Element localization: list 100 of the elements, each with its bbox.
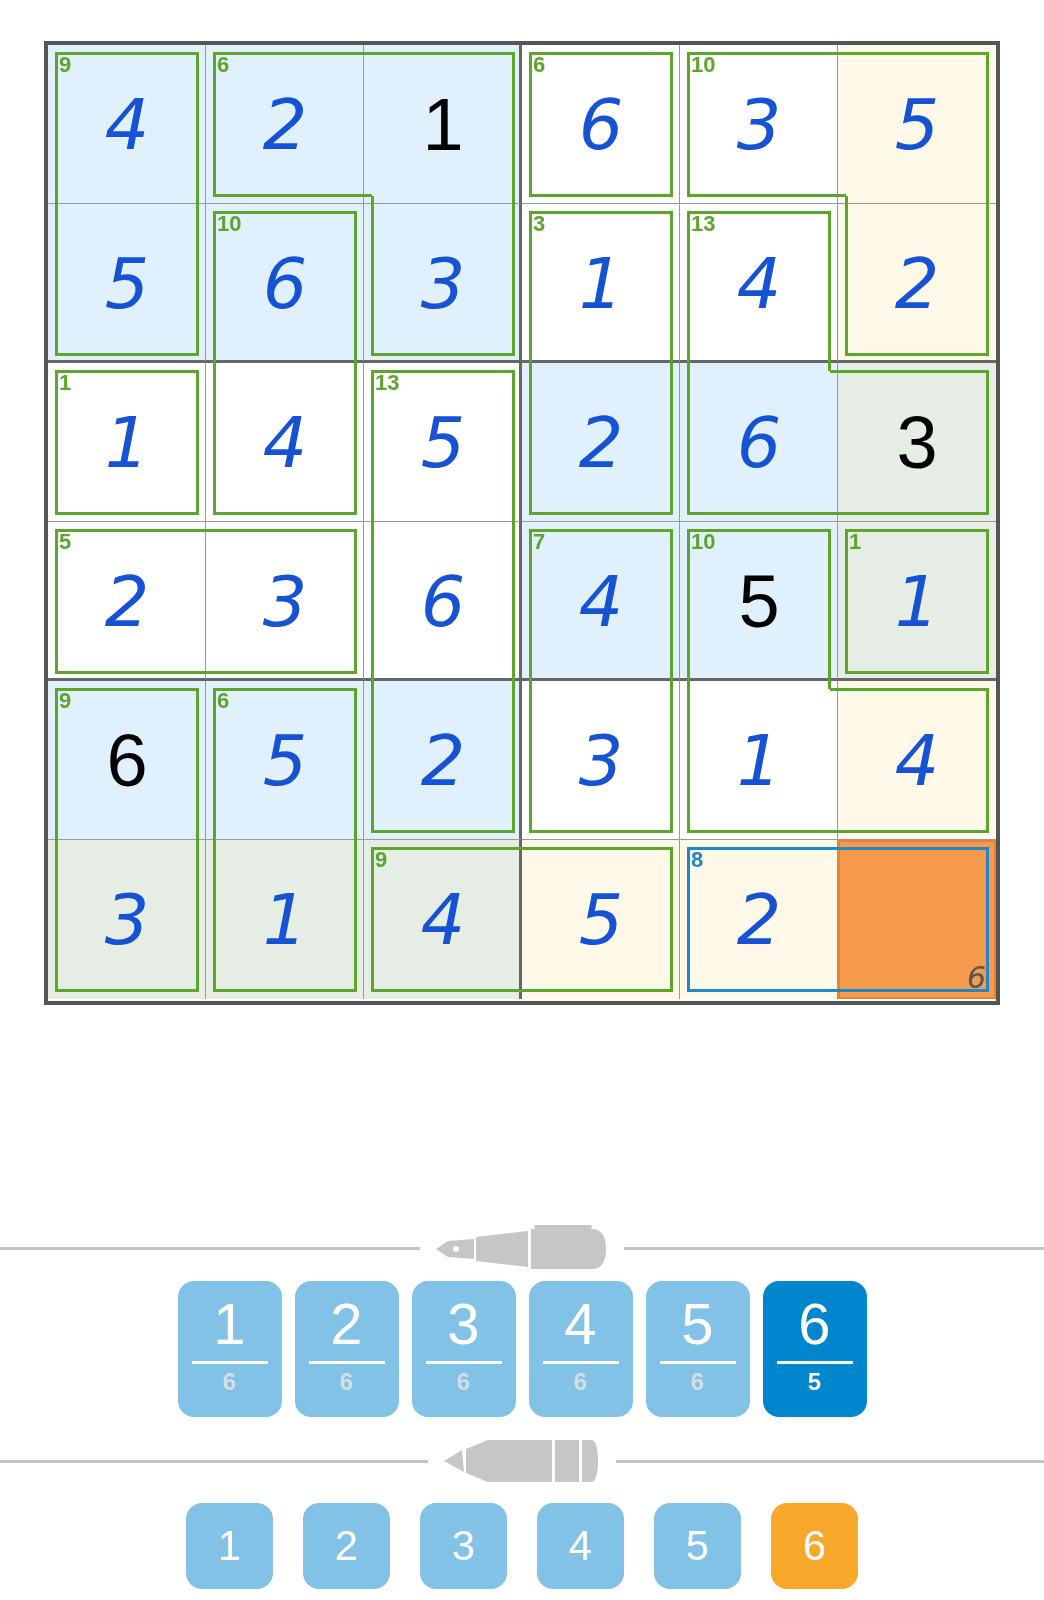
note-digit-button[interactable]: 4: [537, 1503, 624, 1589]
cage-sum: 9: [59, 54, 72, 76]
grid-cell[interactable]: [522, 522, 680, 681]
cage-sum: 6: [217, 690, 230, 712]
note-digit-button[interactable]: 1: [186, 1503, 273, 1589]
digit-button[interactable]: 6 5: [762, 1281, 867, 1417]
selected-cell[interactable]: [838, 840, 996, 999]
cage-sum: 8: [691, 849, 704, 871]
entered-digit: 6: [262, 248, 308, 319]
entered-digit: 1: [104, 407, 150, 478]
cage-sum: 10: [691, 531, 716, 553]
grid-cell[interactable]: [48, 840, 206, 999]
entered-digit: 2: [262, 89, 308, 160]
grid-cell[interactable]: [680, 840, 838, 999]
entered-digit: 3: [104, 884, 150, 955]
grid-cell[interactable]: [838, 363, 996, 522]
digit-button[interactable]: 3 6: [411, 1281, 516, 1417]
entered-digit: 5: [420, 407, 466, 478]
entered-digit: 6: [420, 566, 466, 637]
entered-digit: 5: [262, 725, 308, 796]
cage-sum: 10: [691, 54, 716, 76]
entered-digit: 6: [736, 407, 782, 478]
given-digit: 6: [106, 723, 148, 798]
grid-cell[interactable]: [48, 522, 206, 681]
entered-digit: 5: [578, 884, 624, 955]
cage-sum: 3: [533, 213, 546, 235]
cage-sum: 9: [375, 849, 388, 871]
grid-cell[interactable]: [364, 204, 522, 363]
cage-sum: 6: [217, 54, 230, 76]
note-digit-button[interactable]: 6: [771, 1503, 858, 1589]
entered-digit: 2: [578, 407, 624, 478]
entered-digit: 3: [578, 725, 624, 796]
grid-cell[interactable]: [680, 522, 838, 681]
grid-cell[interactable]: [680, 45, 838, 204]
grid-cell[interactable]: [838, 204, 996, 363]
grid-cell[interactable]: [48, 204, 206, 363]
grid-cell[interactable]: [522, 681, 680, 840]
cage-sum: 13: [691, 213, 716, 235]
grid-cell[interactable]: [206, 681, 364, 840]
note-digit-button[interactable]: 2: [303, 1503, 390, 1589]
given-digit: 5: [738, 564, 780, 639]
grid-cell[interactable]: [206, 45, 364, 204]
grid-cell[interactable]: [522, 204, 680, 363]
entered-digit: 1: [736, 725, 782, 796]
grid-cell[interactable]: [364, 681, 522, 840]
entered-digit: 1: [894, 566, 940, 637]
entered-digit: 2: [104, 566, 150, 637]
grid-cell[interactable]: [838, 45, 996, 204]
entered-digit: 4: [420, 884, 466, 955]
cage-sum: 9: [59, 690, 72, 712]
grid-cell[interactable]: [680, 363, 838, 522]
entered-digit: 6: [578, 89, 624, 160]
grid-cell[interactable]: [680, 204, 838, 363]
grid-cell[interactable]: [206, 204, 364, 363]
grid-cell[interactable]: [364, 522, 522, 681]
grid-cell[interactable]: [206, 522, 364, 681]
grid-cell[interactable]: [522, 363, 680, 522]
note-digit-button[interactable]: 3: [420, 1503, 507, 1589]
entered-digit: 5: [894, 89, 940, 160]
entered-digit: 3: [736, 89, 782, 160]
pencil-note: 6: [966, 963, 986, 993]
grid-cell[interactable]: [838, 522, 996, 681]
entered-digit: 1: [262, 884, 308, 955]
cage-sum: 1: [59, 372, 72, 394]
digit-button[interactable]: 2 6: [294, 1281, 399, 1417]
cage-sum: 10: [217, 213, 242, 235]
entered-digit: 1: [578, 248, 624, 319]
entered-digit: 4: [262, 407, 308, 478]
grid-cell[interactable]: [48, 363, 206, 522]
grid-cell[interactable]: [206, 363, 364, 522]
given-digit: 3: [896, 405, 938, 480]
grid-cell[interactable]: [522, 45, 680, 204]
note-digit-button[interactable]: 5: [654, 1503, 741, 1589]
grid-cell[interactable]: [364, 45, 522, 204]
entered-digit: 2: [420, 725, 466, 796]
entered-digit: 4: [736, 248, 782, 319]
grid-cell[interactable]: [522, 840, 680, 999]
entered-digit: 2: [736, 884, 782, 955]
entered-digit: 2: [894, 248, 940, 319]
cage-sum: 5: [59, 531, 72, 553]
grid-cell[interactable]: [364, 840, 522, 999]
entered-digit: 3: [420, 248, 466, 319]
grid-cell[interactable]: [680, 681, 838, 840]
grid-cell[interactable]: [48, 45, 206, 204]
entered-digit: 3: [262, 566, 308, 637]
entered-digit: 4: [578, 566, 624, 637]
cage-sum: 6: [533, 54, 546, 76]
grid-cell[interactable]: [206, 840, 364, 999]
entered-digit: 5: [104, 248, 150, 319]
cage-sum: 13: [375, 372, 400, 394]
cage-sum: 1: [849, 531, 862, 553]
entered-digit: 4: [104, 89, 150, 160]
grid-cell[interactable]: [48, 681, 206, 840]
grid-cell[interactable]: [364, 363, 522, 522]
given-digit: 1: [422, 87, 464, 162]
digit-button[interactable]: 4 6: [528, 1281, 633, 1417]
digit-button[interactable]: 1 6: [177, 1281, 282, 1417]
digit-button[interactable]: 5 6: [645, 1281, 750, 1417]
cage-sum: 7: [533, 531, 546, 553]
grid-cell[interactable]: [838, 681, 996, 840]
